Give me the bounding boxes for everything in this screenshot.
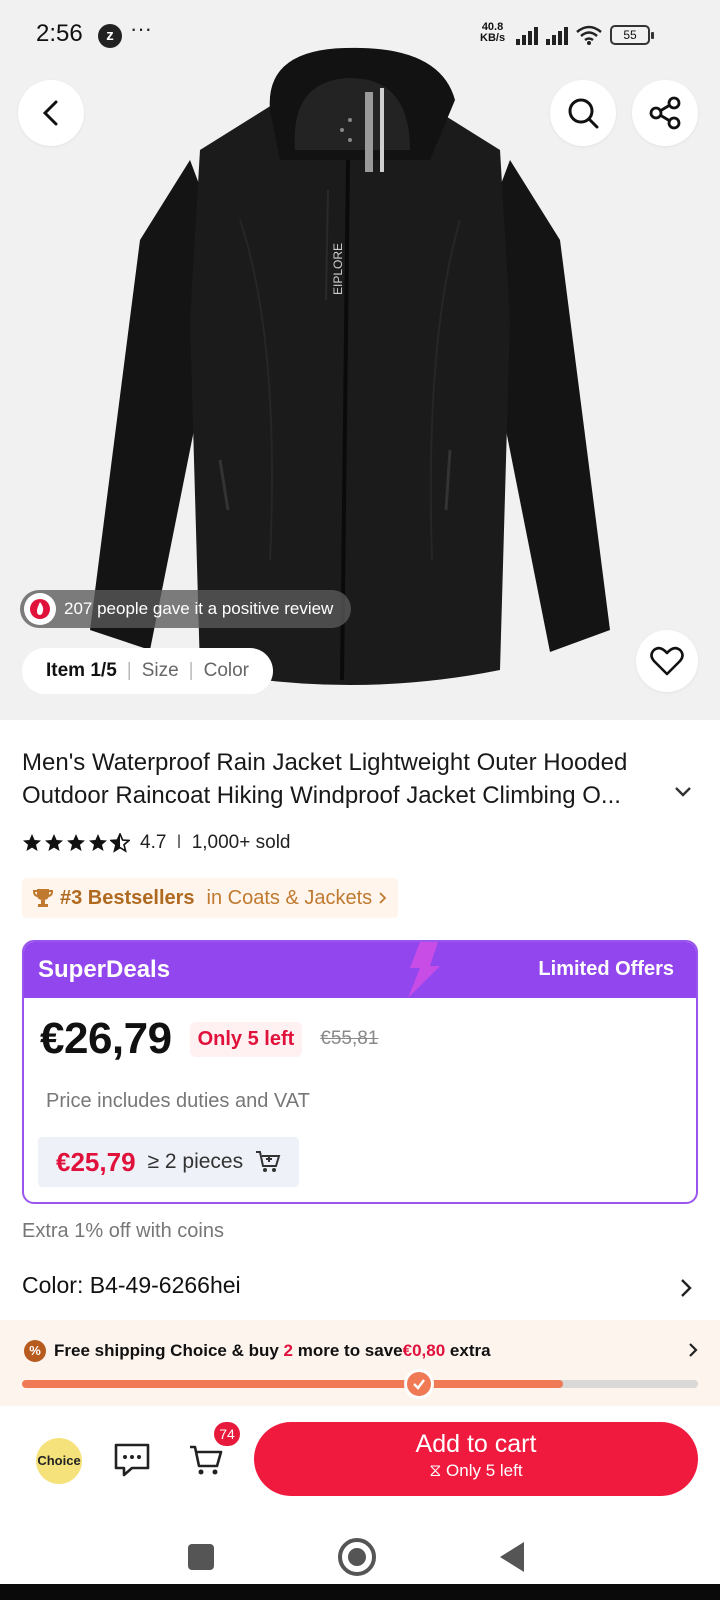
- shipping-text-part1: Free shipping Choice & buy: [54, 1341, 279, 1360]
- pill-divider-2: |: [188, 660, 194, 681]
- bestseller-category: in Coats & Jackets: [206, 886, 373, 909]
- recent-apps-button[interactable]: [188, 1544, 214, 1570]
- percent-icon: %: [24, 1340, 46, 1362]
- lightning-icon: [408, 942, 440, 998]
- heart-icon: [650, 646, 684, 676]
- chevron-left-icon: [42, 100, 58, 126]
- check-icon: [404, 1369, 434, 1399]
- network-speed-unit: KB/s: [480, 32, 506, 44]
- current-price: €26,79: [40, 1014, 172, 1063]
- z-mode-icon: z: [98, 24, 122, 48]
- chat-icon: [114, 1443, 150, 1477]
- search-button[interactable]: [550, 80, 616, 146]
- chat-button[interactable]: [110, 1438, 154, 1482]
- svg-text:EIPLORE: EIPLORE: [331, 243, 345, 295]
- add-to-cart-stock: ⧖ Only 5 left: [429, 1461, 523, 1480]
- add-to-cart-button[interactable]: Add to cart ⧖ Only 5 left: [254, 1422, 698, 1496]
- positive-review-note: 207 people gave it a positive review: [20, 590, 352, 628]
- chevron-right-icon: [379, 892, 387, 904]
- back-button[interactable]: [18, 80, 84, 146]
- bulk-quantity: ≥ 2 pieces: [147, 1150, 244, 1173]
- shipping-promo-text: % Free shipping Choice & buy 2 more to s…: [24, 1340, 491, 1362]
- review-note-text: 207 people gave it a positive review: [64, 599, 334, 618]
- sold-count: 1,000+ sold: [191, 832, 291, 853]
- status-bar: 2:56 z ··· 40.8 KB/s 55: [0, 0, 720, 70]
- shipping-promo[interactable]: % Free shipping Choice & buy 2 more to s…: [0, 1320, 720, 1406]
- star-icon: [45, 834, 63, 851]
- rating-stars: [22, 833, 130, 853]
- network-speed: 40.8 KB/s: [480, 22, 505, 44]
- trophy-icon: [32, 889, 54, 907]
- search-icon: [568, 98, 599, 129]
- superdeals-header: SuperDeals Limited Offers: [24, 942, 696, 998]
- half-star-icon: [110, 833, 130, 853]
- cart-count-badge: 74: [214, 1422, 240, 1446]
- status-more-indicator: ···: [130, 16, 152, 41]
- pill-divider: |: [126, 660, 132, 681]
- shipping-count: 2: [283, 1341, 294, 1360]
- superdeals-card[interactable]: SuperDeals Limited Offers €26,79 Only 5 …: [22, 940, 698, 1204]
- shipping-progress-bar: [22, 1369, 698, 1399]
- choice-logo[interactable]: Choice: [36, 1438, 82, 1484]
- star-icon: [23, 834, 41, 851]
- shipping-text-part3: extra: [449, 1341, 491, 1360]
- add-to-cart-icon: [256, 1151, 281, 1172]
- superdeals-title: SuperDeals: [38, 956, 171, 983]
- system-back-button[interactable]: [500, 1542, 524, 1572]
- product-gallery[interactable]: 2:56 z ··· 40.8 KB/s 55 EIPLORE 207 peop…: [0, 0, 720, 720]
- nav-strip: [0, 1584, 720, 1600]
- star-icon: [67, 834, 85, 851]
- image-position-pill[interactable]: Item 1/5 | Size | Color: [22, 648, 274, 694]
- stock-badge: Only 5 left: [189, 1021, 303, 1057]
- bestseller-rank-badge[interactable]: #3 Bestsellers in Coats & Jackets: [22, 878, 399, 918]
- rating-value: 4.7: [140, 832, 167, 853]
- signal-strength-icon: [516, 25, 538, 45]
- share-button[interactable]: [632, 80, 698, 146]
- original-price: €55,81: [320, 1028, 379, 1049]
- rating-separator: I: [176, 832, 182, 853]
- chevron-right-icon: [689, 1343, 698, 1357]
- color-option[interactable]: Color: [204, 660, 249, 682]
- home-button[interactable]: [338, 1538, 376, 1576]
- wishlist-button[interactable]: [636, 630, 698, 692]
- star-icon: [89, 834, 107, 851]
- signal-strength-icon-2: [546, 25, 568, 45]
- chevron-down-icon[interactable]: [674, 786, 692, 798]
- tax-note: Price includes duties and VAT: [46, 1090, 310, 1112]
- shipping-progress-fill: [22, 1380, 563, 1388]
- rating-row[interactable]: 4.7 I 1,000+ sold: [22, 832, 290, 854]
- bulk-price: €25,79: [56, 1146, 136, 1177]
- share-icon: [649, 96, 681, 130]
- color-label: Color: B4-49-6266hei: [22, 1272, 241, 1298]
- wifi-icon: [576, 25, 602, 45]
- system-nav-bar: [0, 1520, 720, 1600]
- bottom-action-bar: Choice 74 Add to cart ⧖ Only 5 left: [0, 1408, 720, 1520]
- bulk-price-offer[interactable]: €25,79 ≥ 2 pieces: [38, 1137, 300, 1187]
- image-position: Item 1/5: [46, 660, 117, 681]
- chevron-right-icon: [681, 1279, 692, 1297]
- bestseller-rank: #3 Bestsellers: [60, 886, 195, 909]
- coins-note: Extra 1% off with coins: [22, 1220, 224, 1242]
- status-time: 2:56: [36, 20, 83, 47]
- battery-icon: 55: [610, 25, 654, 45]
- price-row: €26,79 Only 5 left €55,81: [40, 1014, 378, 1064]
- product-title[interactable]: Men's Waterproof Rain Jacket Lightweight…: [22, 746, 698, 812]
- limited-offers-label: Limited Offers: [538, 958, 674, 980]
- shipping-amount: €0,80: [402, 1341, 446, 1360]
- shipping-text-part2: more to save: [297, 1341, 403, 1360]
- color-selector[interactable]: Color: B4-49-6266hei: [22, 1272, 698, 1308]
- status-icons: 55: [516, 22, 654, 48]
- cart-icon: [190, 1445, 223, 1475]
- size-option[interactable]: Size: [142, 660, 179, 682]
- fire-icon: [24, 593, 56, 625]
- add-to-cart-label: Add to cart: [415, 1430, 537, 1458]
